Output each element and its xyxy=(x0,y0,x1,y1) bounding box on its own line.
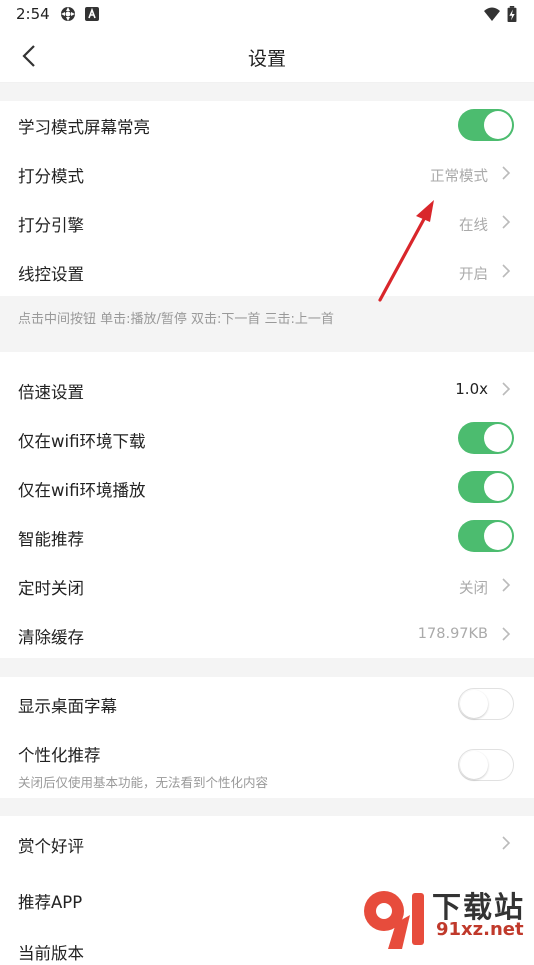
toggle-knob xyxy=(484,424,512,452)
row-value: 开启 xyxy=(459,267,488,283)
row-value: 178.97KB xyxy=(417,626,488,642)
row-clear-cache[interactable]: 清除缓存 178.97KB xyxy=(0,610,534,658)
toggle-knob xyxy=(484,522,512,550)
section-divider xyxy=(0,798,534,816)
row-label: 仅在wifi环境播放 xyxy=(18,481,146,500)
row-wifi-download[interactable]: 仅在wifi环境下载 xyxy=(0,414,534,464)
row-wire-control[interactable]: 线控设置 开启 xyxy=(0,247,534,296)
personalized-recommend-toggle[interactable] xyxy=(458,749,514,781)
row-smart-recommend[interactable]: 智能推荐 xyxy=(0,512,534,562)
smart-recommend-toggle[interactable] xyxy=(458,520,514,552)
toggle-knob xyxy=(460,690,488,718)
chevron-right-icon xyxy=(502,382,511,396)
nav-bar: 设置 xyxy=(0,28,534,83)
watermark-logo-icon xyxy=(364,891,424,949)
row-value: 正常模式 xyxy=(430,169,488,185)
row-label: 显示桌面字幕 xyxy=(18,697,117,716)
wire-control-hint: 点击中间按钮 单击:播放/暂停 双击:下一首 三击:上一首 xyxy=(18,312,334,327)
a-notification-icon xyxy=(85,7,99,21)
row-sleep-timer[interactable]: 定时关闭 关闭 xyxy=(0,561,534,611)
section-top-spacer xyxy=(0,352,534,365)
section-divider xyxy=(0,658,534,677)
hint-area: 点击中间按钮 单击:播放/暂停 双击:下一首 三击:上一首 xyxy=(0,296,534,352)
chevron-right-icon xyxy=(502,578,511,592)
chevron-right-icon xyxy=(502,215,511,229)
row-screen-always-on[interactable]: 学习模式屏幕常亮 xyxy=(0,101,534,150)
row-label: 当前版本 xyxy=(18,944,84,963)
row-label: 推荐APP xyxy=(18,893,83,912)
row-scoring-engine[interactable]: 打分引擎 在线 xyxy=(0,198,534,248)
row-label: 倍速设置 xyxy=(18,383,84,402)
chevron-right-icon xyxy=(502,627,511,641)
screen-always-on-toggle[interactable] xyxy=(458,109,514,141)
status-time: 2:54 xyxy=(16,5,50,23)
section-divider xyxy=(0,83,534,101)
app-notification-icon xyxy=(61,7,75,21)
row-desktop-lyrics[interactable]: 显示桌面字幕 xyxy=(0,677,534,732)
wifi-download-toggle[interactable] xyxy=(458,422,514,454)
row-label: 智能推荐 xyxy=(18,530,84,549)
row-label: 清除缓存 xyxy=(18,628,84,647)
row-label: 仅在wifi环境下载 xyxy=(18,432,146,451)
toggle-knob xyxy=(484,111,512,139)
row-label: 学习模式屏幕常亮 xyxy=(18,118,150,137)
chevron-right-icon xyxy=(502,836,511,850)
row-label: 个性化推荐 xyxy=(18,746,101,765)
row-label: 打分引擎 xyxy=(18,216,84,235)
desktop-lyrics-toggle[interactable] xyxy=(458,688,514,720)
watermark: 下载站 91xz.net xyxy=(350,883,534,950)
row-label: 打分模式 xyxy=(18,167,84,186)
row-playback-speed[interactable]: 倍速设置 1.0x xyxy=(0,365,534,415)
chevron-right-icon xyxy=(502,166,511,180)
battery-charging-icon xyxy=(507,6,517,22)
wifi-play-toggle[interactable] xyxy=(458,471,514,503)
watermark-url: 91xz.net xyxy=(436,919,524,940)
toggle-knob xyxy=(460,751,488,779)
wifi-icon xyxy=(484,7,500,21)
row-value: 关闭 xyxy=(459,581,488,597)
row-wifi-play[interactable]: 仅在wifi环境播放 xyxy=(0,463,534,513)
row-label: 线控设置 xyxy=(18,265,84,284)
row-label: 赏个好评 xyxy=(18,837,84,856)
row-rate-app[interactable]: 赏个好评 xyxy=(0,816,534,871)
row-value: 1.0x xyxy=(455,380,488,398)
annotation-arrow-icon xyxy=(378,200,434,302)
page-title: 设置 xyxy=(247,48,286,70)
row-label: 定时关闭 xyxy=(18,579,84,598)
row-sublabel: 关闭后仅使用基本功能，无法看到个性化内容 xyxy=(18,775,269,790)
row-scoring-mode[interactable]: 打分模式 正常模式 xyxy=(0,149,534,199)
chevron-right-icon xyxy=(502,264,511,278)
status-bar: 2:54 xyxy=(0,0,534,28)
row-value: 在线 xyxy=(459,218,488,234)
row-personalized-recommend[interactable]: 个性化推荐 关闭后仅使用基本功能，无法看到个性化内容 xyxy=(0,731,534,798)
toggle-knob xyxy=(484,473,512,501)
